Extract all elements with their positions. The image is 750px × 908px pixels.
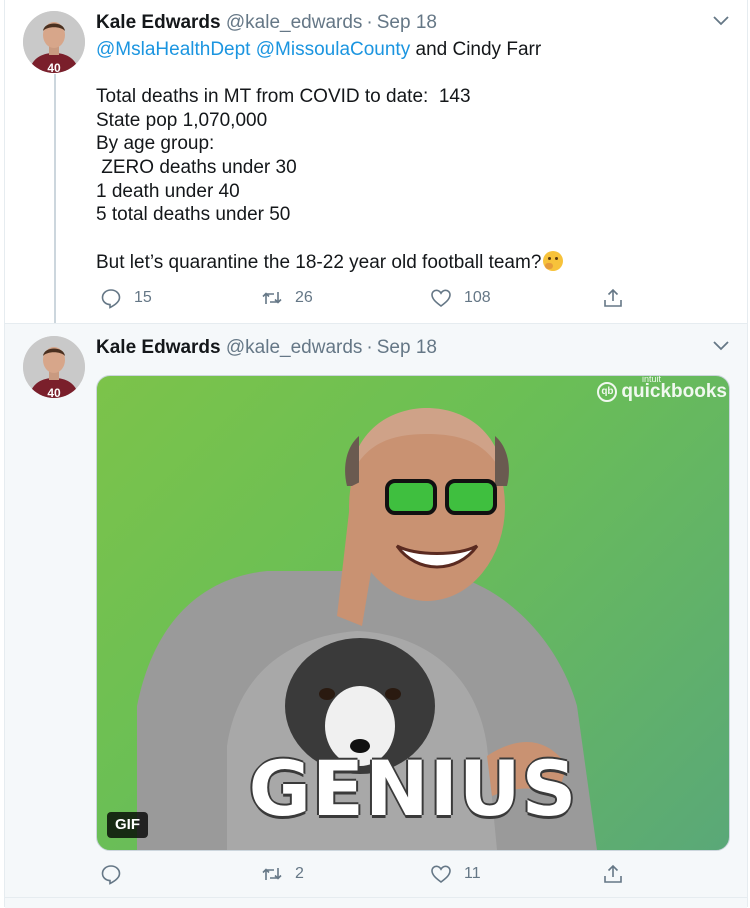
tweet-body-line: State pop 1,070,000 <box>96 109 268 131</box>
gif-media[interactable]: intuit qb quickbooks GENIUS GIF <box>96 375 730 851</box>
svg-text:40: 40 <box>47 386 61 398</box>
tweet-actions: 2 11 <box>96 863 656 885</box>
retweet-icon <box>262 868 282 880</box>
share-button[interactable] <box>602 863 624 885</box>
tweet-body-line: ZERO deaths under 30 <box>96 157 297 179</box>
gif-caption-text: GENIUS <box>248 744 578 833</box>
watermark-small-text: intuit <box>641 375 661 384</box>
divider <box>5 897 747 898</box>
reply-icon <box>101 289 121 309</box>
retweet-icon <box>262 292 282 304</box>
author-handle[interactable]: @kale_edwards <box>226 337 363 358</box>
tweet-body-line <box>96 227 716 251</box>
like-count: 108 <box>464 289 491 306</box>
share-icon <box>604 288 622 307</box>
tweet-body: Total deaths in MT from COVID to date: 1… <box>96 85 716 275</box>
separator-dot: · <box>366 12 373 33</box>
retweet-count: 2 <box>295 865 304 882</box>
tweet-header: Kale Edwards @kale_edwards · Sep 18 <box>96 336 437 360</box>
heart-icon <box>431 865 451 884</box>
retweet-button[interactable]: 26 <box>261 287 313 309</box>
tweet-date[interactable]: Sep 18 <box>377 337 437 358</box>
tweet-body-line: 5 total deaths under 50 <box>96 204 291 226</box>
reply-button[interactable] <box>100 863 134 885</box>
gif-badge: GIF <box>107 812 148 838</box>
tweet-body-line: Total deaths in MT from COVID to date: 1… <box>96 86 471 107</box>
tweet-body-line: 1 death under 40 <box>96 180 240 202</box>
quickbooks-logo-icon: qb <box>597 382 618 402</box>
mention-suffix: and Cindy Farr <box>415 39 542 60</box>
svg-text:40: 40 <box>47 61 61 73</box>
reply-button[interactable]: 15 <box>100 287 152 309</box>
tweet-body-line-last: But let’s quarantine the 18-22 year old … <box>96 250 716 275</box>
avatar[interactable]: 40 <box>23 336 85 398</box>
separator-dot: · <box>366 337 373 358</box>
like-button[interactable]: 108 <box>430 287 491 309</box>
tweet[interactable]: 40 Kale Edwards @kale_edwards · Sep 18 i… <box>5 323 747 908</box>
like-count: 11 <box>464 865 481 882</box>
reply-count: 15 <box>134 289 152 306</box>
thinking-face-emoji <box>543 250 564 271</box>
author-handle[interactable]: @kale_edwards <box>226 12 363 33</box>
thread-connector-line <box>54 74 56 326</box>
retweet-count: 26 <box>295 289 313 306</box>
tweet-actions: 15 26 108 <box>96 287 656 309</box>
share-button[interactable] <box>602 287 624 309</box>
tweet-date[interactable]: Sep 18 <box>377 12 437 33</box>
share-icon <box>604 864 622 883</box>
like-button[interactable]: 11 <box>430 863 481 885</box>
author-name[interactable]: Kale Edwards <box>96 337 221 358</box>
heart-icon <box>431 289 451 308</box>
watermark-text: quickbooks <box>621 381 727 402</box>
reply-icon <box>101 865 121 885</box>
tweet-header: Kale Edwards @kale_edwards · Sep 18 <box>96 11 437 35</box>
tweet[interactable]: 40 Kale Edwards @kale_edwards · Sep 18 @Ms… <box>5 0 747 326</box>
tweet-body-line: By age group: <box>96 133 215 155</box>
chevron-down-icon[interactable] <box>711 336 731 356</box>
reply-mentions: @MslaHealthDept @MissoulaCounty and Cind… <box>96 38 541 62</box>
mention-link[interactable]: @MissoulaCounty <box>256 39 410 60</box>
chevron-down-icon[interactable] <box>711 11 731 31</box>
retweet-button[interactable]: 2 <box>261 863 304 885</box>
mention-link[interactable]: @MslaHealthDept <box>96 39 250 60</box>
timeline: 40 Kale Edwards @kale_edwards · Sep 18 @Ms… <box>4 0 748 908</box>
author-name[interactable]: Kale Edwards <box>96 12 221 33</box>
tweet-body-text: But let’s quarantine the 18-22 year old … <box>96 251 542 273</box>
avatar[interactable]: 40 <box>23 11 85 73</box>
quickbooks-watermark: intuit qb quickbooks <box>597 376 727 404</box>
